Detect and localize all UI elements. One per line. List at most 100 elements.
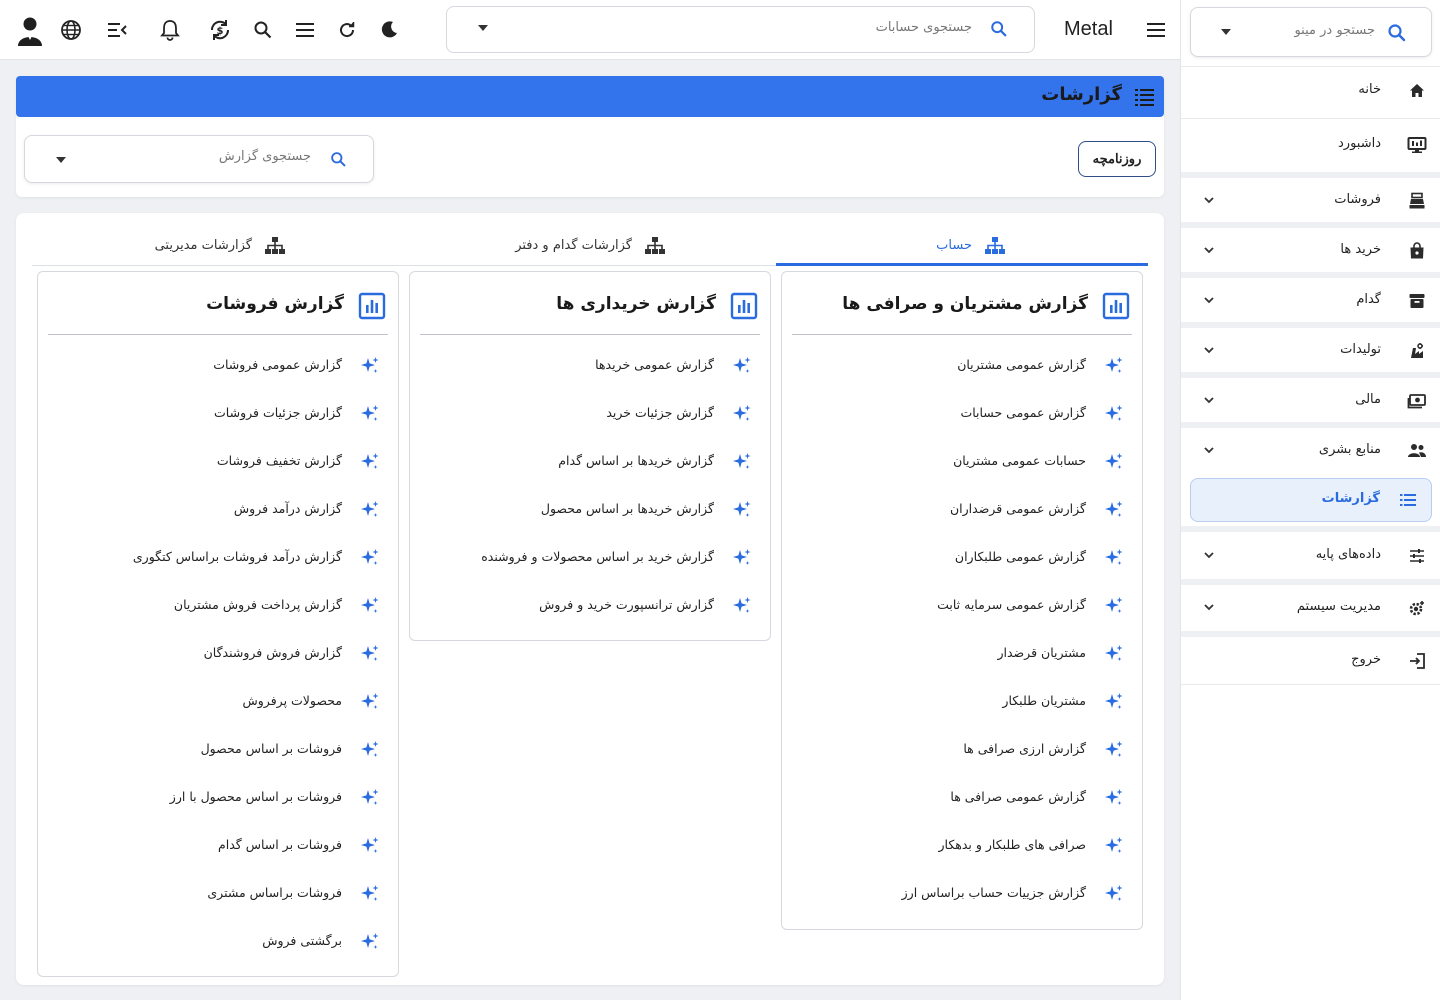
sidebar-item-warehouse[interactable]: گدام (1181, 276, 1440, 326)
sidebar-item-human-resources[interactable]: منابع بشری (1181, 426, 1440, 476)
search-icon[interactable] (251, 18, 275, 42)
report-link[interactable]: گزارش تخفیف فروشات (38, 448, 398, 476)
sidebar-item-system-management[interactable]: مدیریت سیستم (1181, 583, 1440, 633)
caret-down-icon[interactable] (56, 157, 66, 163)
report-link[interactable]: گزارش ترانسپورت خرید و فروش (410, 592, 770, 620)
sparkle-icon (1104, 884, 1124, 904)
report-link[interactable]: گزارش جزئیات فروشات (38, 400, 398, 428)
report-link[interactable]: فروشات بر اساس محصول (38, 736, 398, 764)
divider (1181, 118, 1440, 119)
report-link[interactable]: مشتریان طلبکار (782, 688, 1142, 716)
caret-down-icon[interactable] (478, 25, 488, 31)
sparkle-icon (732, 500, 752, 520)
sidebar-item-logout[interactable]: خروج (1181, 636, 1440, 686)
sidebar-item-label: خرید ها (1340, 242, 1381, 257)
report-link[interactable]: صرافی های طلبکار و بدهکار (782, 832, 1142, 860)
sidebar: جستجو در مینو خانه داشبورد فروشات خرید ه… (1180, 0, 1440, 1000)
sparkle-icon (732, 548, 752, 568)
report-link-label: گزارش عمومی فروشات (213, 357, 342, 372)
report-link[interactable]: گزارش فروش فروشندگان (38, 640, 398, 668)
report-link[interactable]: گزارش درآمد فروشات براساس کتگوری (38, 544, 398, 572)
sparkle-icon (360, 836, 380, 856)
tab-accounts[interactable]: حساب (916, 233, 1006, 265)
hamburger-menu-icon[interactable] (293, 18, 317, 42)
sidebar-toggle-menu-icon[interactable] (1144, 18, 1168, 42)
tab-management-reports[interactable]: گزارشات مدیریتی (136, 233, 286, 265)
report-link[interactable]: گزارش خریدها بر اساس گدام (410, 448, 770, 476)
report-link[interactable]: گزارش پرداخت فروش مشتریان (38, 592, 398, 620)
sparkle-icon (1104, 548, 1124, 568)
report-link[interactable]: گزارش عمومی سرمایه ثابت (782, 592, 1142, 620)
globe-icon[interactable] (59, 18, 83, 42)
report-link-label: گزارش عمومی قرضداران (949, 501, 1086, 516)
brand-logo-text: Metal (1064, 18, 1113, 40)
report-link[interactable]: گزارش عمومی طلبکاران (782, 544, 1142, 572)
report-link[interactable]: گزارش درآمد فروش (38, 496, 398, 524)
shopping-bag-icon (1407, 241, 1427, 261)
currency-exchange-icon[interactable]: $ (208, 18, 232, 42)
sparkle-icon (360, 884, 380, 904)
sidebar-item-production[interactable]: تولیدات (1181, 326, 1440, 376)
report-link[interactable]: برگشتی فروش (38, 928, 398, 956)
report-link[interactable]: گزارش عمومی مشتریان (782, 352, 1142, 380)
accounts-search-input[interactable]: جستجوی حسابات (446, 6, 1035, 53)
menu-search-input[interactable]: جستجو در مینو (1190, 7, 1432, 57)
sparkle-icon (1104, 452, 1124, 472)
report-link-label: صرافی های طلبکار و بدهکار (938, 837, 1086, 852)
refresh-icon[interactable] (335, 18, 359, 42)
sidebar-item-sales[interactable]: فروشات (1181, 176, 1440, 226)
report-link[interactable]: مشتریان قرضدار (782, 640, 1142, 668)
sidebar-item-label: گزارشات (1321, 491, 1380, 506)
report-search-input[interactable]: جستجوی گزارش (24, 135, 374, 183)
sparkle-icon (360, 452, 380, 472)
sidebar-item-home[interactable]: خانه (1181, 66, 1440, 116)
tab-label: گزارشات گدام و دفتر (515, 238, 632, 253)
report-link[interactable]: گزارش جزییات حساب براساس ارز (782, 880, 1142, 908)
sitemap-icon (264, 236, 286, 256)
logout-icon (1407, 651, 1427, 671)
journal-button[interactable]: روزنامچه (1078, 141, 1156, 177)
sidebar-item-dashboard[interactable]: داشبورد (1181, 120, 1440, 170)
archive-icon (1407, 291, 1427, 311)
report-link-label: گزارش عمومی طلبکاران (954, 549, 1086, 564)
sliders-icon (1407, 546, 1427, 566)
report-link[interactable]: گزارش ارزی صرافی ها (782, 736, 1142, 764)
sidebar-item-reports[interactable]: گزارشات (1190, 478, 1432, 522)
divider (420, 334, 760, 335)
report-link[interactable]: گزارش عمومی فروشات (38, 352, 398, 380)
tab-warehouse-reports[interactable]: گزارشات گدام و دفتر (496, 233, 666, 265)
report-link[interactable]: فروشات بر اساس محصول با ارز (38, 784, 398, 812)
report-link[interactable]: گزارش جزئیات خرید (410, 400, 770, 428)
sparkle-icon (732, 356, 752, 376)
active-tab-indicator (776, 263, 1148, 266)
report-group-title: گزارش خریداری ها (556, 294, 716, 314)
report-link[interactable]: گزارش عمومی قرضداران (782, 496, 1142, 524)
report-link[interactable]: گزارش خریدها بر اساس محصول (410, 496, 770, 524)
report-link-label: گزارش عمومی حسابات (960, 405, 1086, 420)
divider (792, 334, 1132, 335)
report-link[interactable]: گزارش خرید بر اساس محصولات و فروشنده (410, 544, 770, 572)
sidebar-item-purchases[interactable]: خرید ها (1181, 226, 1440, 276)
report-search-placeholder: جستجوی گزارش (218, 149, 311, 164)
report-link-label: گزارش عمومی مشتریان (957, 357, 1086, 372)
user-avatar-icon[interactable] (15, 15, 45, 47)
collapse-menu-icon[interactable] (105, 18, 129, 42)
report-group-customers-exchanges: گزارش مشتریان و صرافی ها گزارش عمومی مشت… (781, 271, 1143, 930)
report-link[interactable]: حسابات عمومی مشتریان (782, 448, 1142, 476)
report-link[interactable]: محصولات پرفروش (38, 688, 398, 716)
sparkle-icon (732, 404, 752, 424)
report-link[interactable]: فروشات بر اساس گدام (38, 832, 398, 860)
report-link-label: مشتریان طلبکار (1002, 693, 1086, 708)
caret-down-icon[interactable] (1221, 29, 1231, 35)
sidebar-item-finance[interactable]: مالی (1181, 376, 1440, 426)
dark-mode-moon-icon[interactable] (377, 18, 401, 42)
report-link[interactable]: فروشات براساس مشتری (38, 880, 398, 908)
notification-bell-icon[interactable] (158, 18, 182, 42)
sparkle-icon (360, 356, 380, 376)
sidebar-item-base-data[interactable]: داده‌های پایه (1181, 531, 1440, 581)
report-link[interactable]: گزارش عمومی حسابات (782, 400, 1142, 428)
page-title-bar: گزارشات (16, 76, 1164, 117)
report-group-header: گزارش مشتریان و صرافی ها (782, 292, 1142, 322)
report-link[interactable]: گزارش عمومی خریدها (410, 352, 770, 380)
report-link[interactable]: گزارش عمومی صرافی ها (782, 784, 1142, 812)
